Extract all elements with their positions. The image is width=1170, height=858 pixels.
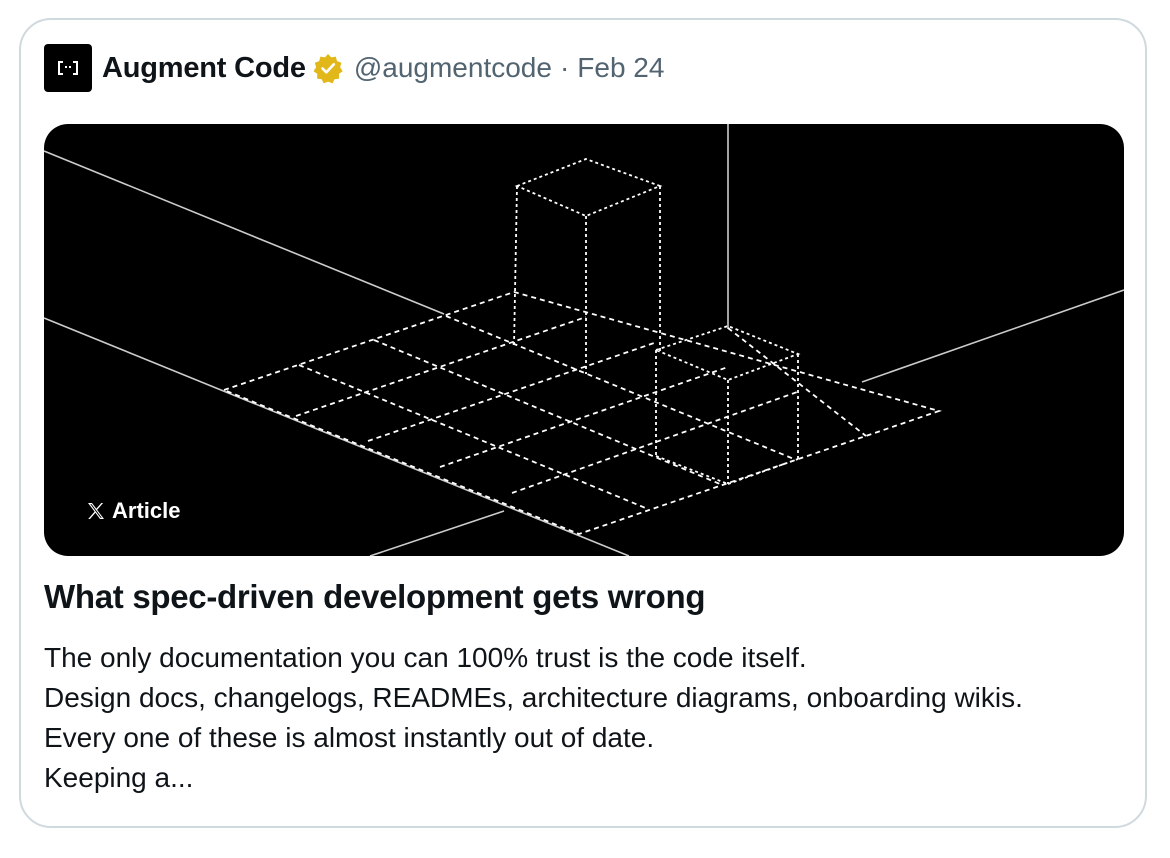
separator-dot: · xyxy=(559,52,570,83)
article-tag: Article xyxy=(86,498,180,524)
post-date[interactable]: Feb 24 xyxy=(577,52,664,84)
author-name[interactable]: Augment Code xyxy=(102,52,306,85)
excerpt-line: The only documentation you can 100% trus… xyxy=(44,642,807,673)
augment-logo-icon xyxy=(58,61,78,75)
excerpt-line: Every one of these is almost instantly o… xyxy=(44,722,655,753)
article-title[interactable]: What spec-driven development gets wrong xyxy=(44,578,706,616)
article-excerpt: The only documentation you can 100% trus… xyxy=(44,638,1134,798)
x-logo-icon xyxy=(88,503,104,519)
excerpt-line: Design docs, changelogs, READMEs, archit… xyxy=(44,682,1023,713)
verified-badge-icon xyxy=(313,54,343,84)
excerpt-line: Keeping a... xyxy=(44,762,194,793)
isometric-grid-illustration xyxy=(44,124,1124,556)
article-tag-label: Article xyxy=(112,498,181,523)
article-cover-image[interactable]: Article xyxy=(44,124,1124,556)
tweet-header: Augment Code @augmentcode · Feb 24 xyxy=(44,44,664,92)
avatar[interactable] xyxy=(44,44,92,92)
author-handle[interactable]: @augmentcode xyxy=(354,52,552,84)
